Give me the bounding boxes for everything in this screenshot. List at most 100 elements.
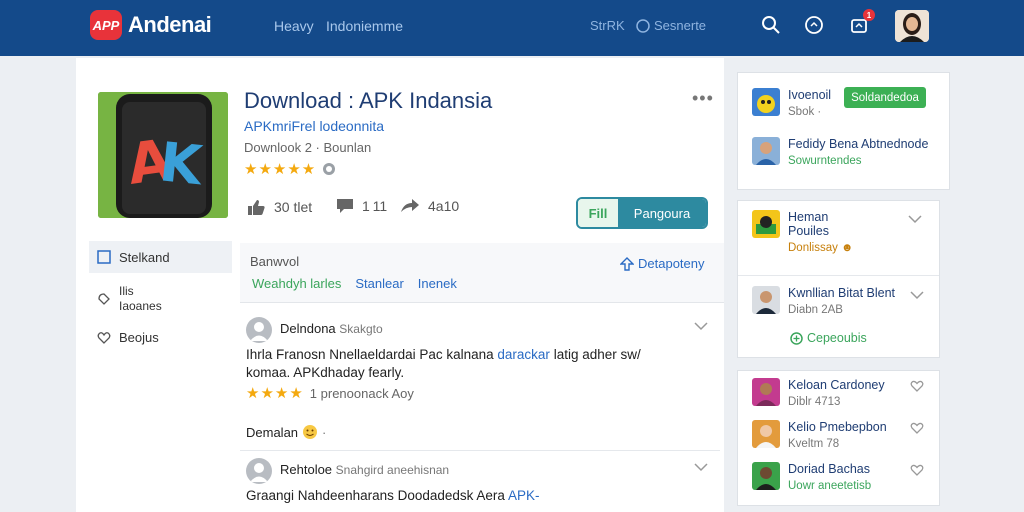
filter-right-label: Detapoteny bbox=[638, 256, 705, 271]
filter-tab-2[interactable]: Stanlear bbox=[355, 276, 403, 291]
chat-icon[interactable] bbox=[803, 14, 825, 36]
card-divider bbox=[738, 275, 939, 276]
thumbnail bbox=[752, 88, 780, 116]
thumbnail bbox=[752, 420, 780, 448]
person-icon bbox=[250, 322, 268, 341]
nav-right-link-1[interactable]: StrRK bbox=[590, 18, 625, 33]
sidebar-item[interactable]: Kelio Pmebepbon Kveltm 78 bbox=[752, 420, 887, 450]
sidebar-item[interactable]: Heman Pouiles Donlissay ☻ bbox=[752, 210, 853, 254]
sidebar-item-name: Ivoenoil bbox=[788, 88, 832, 102]
reviewer-name[interactable]: Rehtoloe Snahgird aneehisnan bbox=[280, 462, 449, 477]
comment-icon bbox=[337, 199, 353, 213]
heart-outline-icon[interactable] bbox=[910, 422, 924, 437]
logo-badge[interactable]: APP bbox=[90, 10, 122, 40]
thumbnail bbox=[752, 137, 780, 165]
rating-stars: ★★★★★ bbox=[244, 161, 317, 178]
reaction-dot: · bbox=[322, 424, 327, 440]
sidebar-see-more-link[interactable]: Cepeoubis bbox=[790, 331, 867, 345]
download-button[interactable]: Fill Pangoura bbox=[576, 197, 708, 229]
review-text: Graangi Nahdeenharans Doodadedsk Aera AP… bbox=[246, 487, 686, 505]
reviewer-name[interactable]: Delndona Skakgto bbox=[280, 321, 383, 336]
user-avatar[interactable] bbox=[895, 10, 929, 42]
review-text-highlight[interactable]: APK- bbox=[508, 488, 540, 503]
shares-count: 4a10 bbox=[428, 198, 460, 214]
sidenav-item-stelkand[interactable]: Stelkand bbox=[89, 241, 232, 273]
arrow-up-icon bbox=[620, 256, 634, 271]
reviewer-name-text: Delndona bbox=[280, 321, 336, 336]
download-button-tag: Fill bbox=[578, 199, 618, 227]
app-meta: Downlook 2 · Bounlan bbox=[244, 140, 372, 155]
sidebar-item-name: Kelio Pmebepbon bbox=[788, 420, 887, 434]
sidebar-item[interactable]: Kwnllian Bitat Blent Diabn 2AB bbox=[752, 286, 895, 316]
thumbnail bbox=[752, 210, 780, 238]
filter-right-link[interactable]: Detapoteny bbox=[620, 256, 705, 271]
review-rating: ★★★★ 1 prenoonack Aoy bbox=[246, 384, 414, 402]
filter-tab-1[interactable]: Weahdyh larles bbox=[252, 276, 341, 291]
sidebar-item-sub: Sowurntendes bbox=[788, 155, 862, 167]
review-text-highlight[interactable]: darackar bbox=[497, 347, 550, 362]
smile-emoji-icon bbox=[303, 425, 318, 439]
sidebar-pill-button[interactable]: Soldandedoa bbox=[844, 87, 926, 108]
download-button-label: Pangoura bbox=[618, 199, 706, 227]
notification-count-badge: 1 bbox=[863, 9, 875, 21]
logo-text[interactable]: Andenai bbox=[128, 12, 212, 38]
filter-panel bbox=[240, 243, 724, 303]
sidebar-item[interactable]: Doriad Bachas Uowr aneetetisb bbox=[752, 462, 871, 492]
nav-right-link-2[interactable]: Sesnerte bbox=[636, 18, 706, 33]
chevron-down-icon[interactable] bbox=[694, 319, 708, 334]
tag-icon bbox=[98, 293, 110, 305]
sidebar-item-name: Fedidy Bena Abtnednode bbox=[788, 137, 929, 151]
app-icon-image: A K bbox=[98, 92, 228, 218]
share-icon bbox=[401, 199, 419, 212]
likes-count: 30 tlet bbox=[274, 199, 313, 215]
chevron-down-icon[interactable] bbox=[694, 460, 708, 475]
sidenav-item-beojus[interactable]: Beojus bbox=[97, 330, 159, 345]
sidebar-item[interactable]: Ivoenoil Sbok · bbox=[752, 88, 831, 118]
thumbnail bbox=[752, 378, 780, 406]
likes-stat[interactable]: 30 tlet bbox=[246, 198, 312, 216]
search-icon[interactable] bbox=[760, 14, 782, 36]
nav-link-heavy[interactable]: Heavy bbox=[274, 18, 314, 34]
nav-link-indoniemme[interactable]: Indoniemme bbox=[326, 18, 403, 34]
sidebar-item-name: Doriad Bachas bbox=[788, 462, 870, 476]
reviewer-avatar[interactable] bbox=[246, 317, 272, 343]
see-more-label: Cepeoubis bbox=[807, 331, 867, 345]
heart-outline-icon[interactable] bbox=[910, 464, 924, 479]
sidebar-item[interactable]: Keloan Cardoney Diblr 4713 bbox=[752, 378, 885, 408]
sidenav-label: Ilis Iaoanes bbox=[119, 284, 162, 313]
app-developer-link[interactable]: APKmriFrel lodeonnita bbox=[244, 118, 384, 134]
filter-tabs: Weahdyh larles Stanlear Inenek bbox=[252, 276, 457, 291]
review-divider bbox=[240, 450, 720, 451]
chevron-down-icon[interactable] bbox=[908, 212, 922, 227]
shares-stat[interactable]: 4a10 bbox=[400, 198, 459, 214]
app-rating: ★★★★★ bbox=[244, 160, 336, 178]
review-stars: ★★★★ bbox=[246, 385, 304, 402]
review-text-part: Ihrla Franosn Nnellaeldardai Pac kalnana bbox=[246, 347, 498, 362]
sidenav-item-ilis[interactable]: Ilis Iaoanes bbox=[97, 284, 162, 314]
app-icon[interactable]: A K bbox=[98, 92, 228, 218]
sidebar-item-sub: Sbok · bbox=[788, 106, 822, 118]
nav-right-label: Sesnerte bbox=[654, 18, 707, 33]
comments-stat[interactable]: 1 11 bbox=[336, 198, 387, 214]
sidebar-item-sub: Diblr 4713 bbox=[788, 396, 841, 408]
more-options-icon[interactable]: ••• bbox=[692, 88, 714, 109]
reviewer-name-text: Rehtoloe bbox=[280, 462, 333, 477]
user-avatar-image bbox=[895, 10, 929, 42]
review-reaction-label: Demalan bbox=[246, 424, 299, 440]
reviewer-handle: Skakgto bbox=[339, 322, 383, 336]
thumbnail bbox=[752, 286, 780, 314]
filter-tab-3[interactable]: Inenek bbox=[418, 276, 457, 291]
sidebar-item[interactable]: Fedidy Bena Abtnednode Sowurntendes bbox=[752, 137, 928, 167]
sidebar-item-name: Keloan Cardoney bbox=[788, 378, 885, 392]
sidebar-item-sub: Kveltm 78 bbox=[788, 438, 840, 450]
app-title: Download : APK Indansia bbox=[244, 88, 493, 113]
review-text: Ihrla Franosn Nnellaeldardai Pac kalnana… bbox=[246, 346, 666, 382]
review-rating-note: 1 prenoonack Aoy bbox=[309, 385, 414, 401]
sidebar-item-sub-text: Donlissay bbox=[788, 242, 838, 254]
square-icon bbox=[97, 250, 111, 264]
chevron-down-icon[interactable] bbox=[910, 288, 924, 303]
reviewer-avatar[interactable] bbox=[246, 458, 272, 484]
review-reaction[interactable]: Demalan · bbox=[246, 424, 326, 440]
comments-count: 1 11 bbox=[362, 198, 388, 214]
heart-outline-icon[interactable] bbox=[910, 380, 924, 395]
